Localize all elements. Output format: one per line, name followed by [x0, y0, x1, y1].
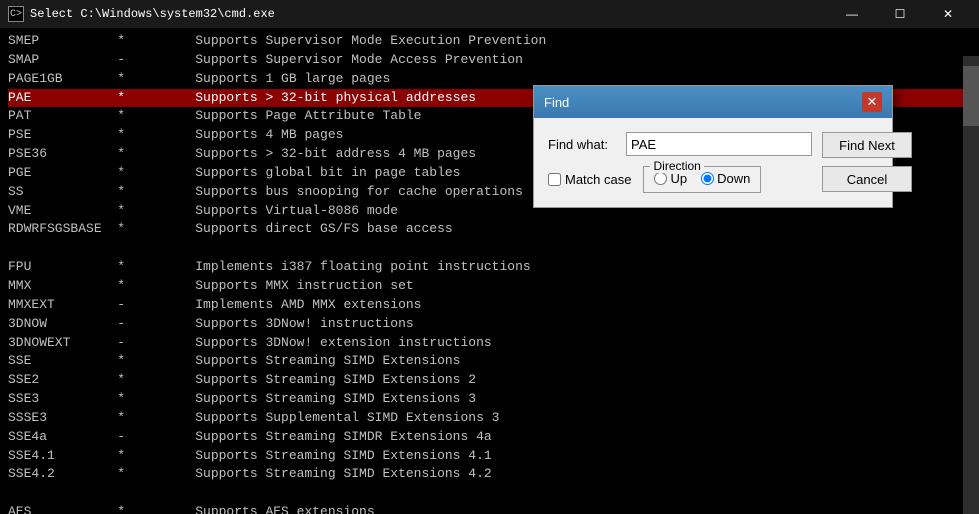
window-title: Select C:\Windows\system32\cmd.exe: [30, 7, 275, 21]
find-buttons-column: Find Next Cancel: [822, 132, 912, 193]
find-next-button[interactable]: Find Next: [822, 132, 912, 158]
maximize-button[interactable]: ☐: [877, 0, 923, 28]
terminal-line: AES * Supports AES extensions: [8, 503, 971, 514]
find-options-row: Match case Direction Up Down: [548, 166, 812, 193]
cmd-window: C> Select C:\Windows\system32\cmd.exe — …: [0, 0, 979, 514]
title-bar-left: C> Select C:\Windows\system32\cmd.exe: [8, 6, 275, 22]
terminal-line: MMXEXT - Implements AMD MMX extensions: [8, 296, 971, 315]
terminal-line: SSE4.1 * Supports Streaming SIMD Extensi…: [8, 447, 971, 466]
find-left-panel: Find what: Match case Direction Up: [548, 132, 812, 193]
terminal-line: SSSE3 * Supports Supplemental SIMD Exten…: [8, 409, 971, 428]
title-bar-controls: — ☐ ✕: [829, 0, 971, 28]
find-main-area: Find what: Match case Direction Up: [548, 132, 878, 193]
find-what-input[interactable]: [626, 132, 812, 156]
match-case-label: Match case: [565, 172, 631, 187]
match-case-checkbox[interactable]: [548, 173, 561, 186]
find-dialog-title: Find: [544, 95, 569, 110]
minimize-button[interactable]: —: [829, 0, 875, 28]
direction-down-label: Down: [717, 171, 750, 186]
terminal-line: 3DNOW - Supports 3DNow! instructions: [8, 315, 971, 334]
direction-group: Direction Up Down: [643, 166, 761, 193]
find-dialog-close-button[interactable]: ✕: [862, 92, 882, 112]
cmd-icon: C>: [8, 6, 24, 22]
find-what-label: Find what:: [548, 137, 618, 152]
terminal-line: SSE3 * Supports Streaming SIMD Extension…: [8, 390, 971, 409]
find-what-row: Find what:: [548, 132, 812, 156]
terminal-line: RDWRFSGSBASE * Supports direct GS/FS bas…: [8, 220, 971, 239]
title-bar: C> Select C:\Windows\system32\cmd.exe — …: [0, 0, 979, 28]
terminal-line: SSE4a - Supports Streaming SIMDR Extensi…: [8, 428, 971, 447]
match-case-option[interactable]: Match case: [548, 172, 631, 187]
terminal-line: FPU * Implements i387 floating point ins…: [8, 258, 971, 277]
direction-up-radio[interactable]: [654, 172, 667, 185]
direction-up-option[interactable]: Up: [654, 171, 687, 186]
direction-legend: Direction: [650, 159, 703, 173]
direction-down-option[interactable]: Down: [701, 171, 750, 186]
scrollbar[interactable]: [963, 56, 979, 514]
find-dialog-title-bar: Find ✕: [534, 86, 892, 118]
terminal-line: [8, 484, 971, 503]
terminal-line: SMAP - Supports Supervisor Mode Access P…: [8, 51, 971, 70]
scrollbar-thumb[interactable]: [963, 66, 979, 126]
find-dialog-body: Find what: Match case Direction Up: [534, 118, 892, 207]
direction-down-radio[interactable]: [701, 172, 714, 185]
close-button[interactable]: ✕: [925, 0, 971, 28]
terminal-line: SSE4.2 * Supports Streaming SIMD Extensi…: [8, 465, 971, 484]
find-dialog: Find ✕ Find what: Match case: [533, 85, 893, 208]
terminal-line: 3DNOWEXT - Supports 3DNow! extension ins…: [8, 334, 971, 353]
terminal-line: [8, 239, 971, 258]
terminal-line: SMEP * Supports Supervisor Mode Executio…: [8, 32, 971, 51]
terminal-line: SSE * Supports Streaming SIMD Extensions: [8, 352, 971, 371]
terminal-line: MMX * Supports MMX instruction set: [8, 277, 971, 296]
find-cancel-button[interactable]: Cancel: [822, 166, 912, 192]
terminal-line: SSE2 * Supports Streaming SIMD Extension…: [8, 371, 971, 390]
direction-up-label: Up: [670, 171, 687, 186]
